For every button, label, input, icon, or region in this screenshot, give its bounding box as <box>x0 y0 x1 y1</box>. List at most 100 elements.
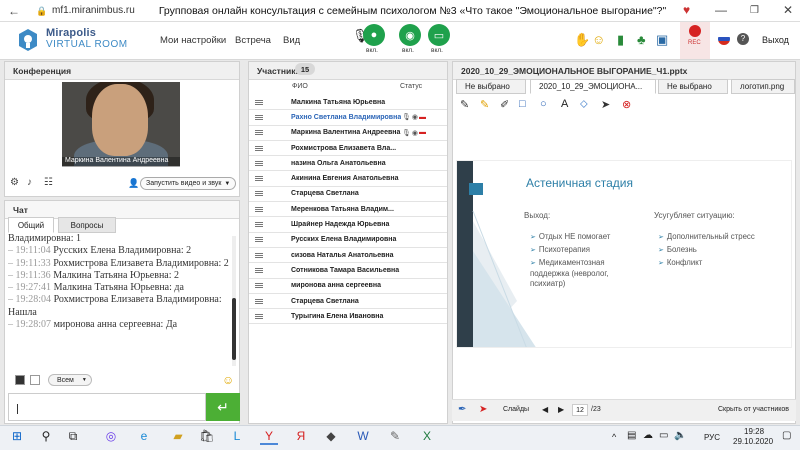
prev-slide-icon[interactable]: ◀ <box>542 405 548 414</box>
participant-row[interactable]: Старцева Светлана <box>249 187 447 203</box>
tab-chat-questions[interactable]: Вопросы <box>58 217 116 233</box>
draw-mode-icon[interactable]: ✒ <box>458 404 466 415</box>
participant-row[interactable]: Шрайнер Надежда Юрьевна <box>249 217 447 233</box>
explorer-icon[interactable]: ▰ <box>169 429 187 443</box>
drag-handle-icon[interactable] <box>255 160 263 166</box>
screen-status-icon[interactable]: ▬ <box>419 129 426 136</box>
emoji-picker-icon[interactable]: ☺ <box>222 373 234 387</box>
record-button[interactable]: REC <box>680 22 710 59</box>
tab-board-3[interactable]: Не выбрано <box>658 79 728 94</box>
yandex-icon[interactable]: Я <box>292 429 310 443</box>
menu-view[interactable]: Вид <box>283 35 300 46</box>
drag-handle-icon[interactable] <box>255 222 263 228</box>
text-icon[interactable]: A <box>561 98 568 110</box>
emoji-icon[interactable]: ☺ <box>592 32 605 47</box>
ellipse-icon[interactable]: ○ <box>540 98 547 110</box>
alice-icon[interactable]: ◎ <box>102 429 120 443</box>
highlighter-icon[interactable]: ✎ <box>480 98 489 111</box>
favorites-icon[interactable]: ♥ <box>683 3 690 17</box>
notifications-icon[interactable]: ▢ <box>782 430 791 441</box>
search-icon[interactable]: ⚲ <box>37 429 55 443</box>
participant-row[interactable]: назина Ольга Анатольевна <box>249 156 447 172</box>
participant-row[interactable]: Старцева Светлана <box>249 294 447 310</box>
drag-handle-icon[interactable] <box>255 252 263 258</box>
video-feed[interactable] <box>62 82 180 166</box>
drag-handle-icon[interactable] <box>255 145 263 151</box>
next-slide-icon[interactable]: ▶ <box>558 405 564 414</box>
fill-icon[interactable]: ⬦ <box>580 98 588 111</box>
files-icon[interactable]: ▣ <box>656 32 668 48</box>
users-video-icon[interactable]: ☷ <box>44 177 53 188</box>
drag-handle-icon[interactable] <box>255 283 263 289</box>
restore-icon[interactable]: ❐ <box>750 5 759 16</box>
microphone-toggle[interactable]: ● <box>363 24 385 46</box>
chat-scrollbar[interactable] <box>232 236 236 366</box>
camera-status-icon[interactable]: ◉ <box>412 113 418 121</box>
drag-handle-icon[interactable] <box>255 313 263 319</box>
raise-hand-icon[interactable]: ✋ <box>574 32 590 48</box>
network-icon[interactable]: ▤ <box>627 430 636 441</box>
speaker-settings-icon[interactable]: ♪ <box>27 177 32 188</box>
participant-row[interactable]: Маркина Валентина Андреевна 🎙 ◉ ▬ <box>249 126 447 141</box>
camera-settings-icon[interactable]: ⚙ <box>10 177 19 188</box>
excel-icon[interactable]: X <box>418 429 436 443</box>
drag-handle-icon[interactable] <box>255 114 263 120</box>
participant-row[interactable]: Рохмистрова Елизавета Вла... <box>249 141 447 157</box>
slide-number-input[interactable]: 12 <box>572 404 588 416</box>
clock-date[interactable]: 29.10.2020 <box>733 437 773 446</box>
browser-url[interactable]: mf1.miranimbus.ru <box>52 5 135 16</box>
back-icon[interactable]: ← <box>8 4 20 18</box>
tab-board-1[interactable]: Не выбрано <box>456 79 526 94</box>
volume-icon[interactable]: 🔈 <box>674 430 686 441</box>
poll-icon[interactable]: ▮ <box>617 32 624 48</box>
store-icon[interactable]: 🛍 <box>198 429 216 443</box>
cloud-icon[interactable]: ☁ <box>643 430 653 441</box>
tab-presentation[interactable]: 2020_10_29_ЭМОЦИОНА... <box>530 79 656 94</box>
drag-handle-icon[interactable] <box>255 191 263 197</box>
participant-row[interactable]: Малкина Татьяна Юрьевна <box>249 95 447 111</box>
task-view-icon[interactable]: ⧉ <box>64 429 82 444</box>
participant-row[interactable]: Рахно Светлана Владимировна 🎙 ◉ ▬ <box>249 110 447 126</box>
participant-row[interactable]: миронова анна сергеевна <box>249 279 447 294</box>
drag-handle-icon[interactable] <box>255 176 263 182</box>
screen-share-toggle[interactable]: ▭ <box>428 24 450 46</box>
drag-handle-icon[interactable] <box>255 267 263 273</box>
yandex-browser-icon[interactable]: Y <box>260 429 278 445</box>
rectangle-icon[interactable]: □ <box>519 98 526 110</box>
close-icon[interactable]: ✕ <box>783 3 793 17</box>
participant-row[interactable]: Русских Елена Владимировна <box>249 233 447 248</box>
menu-my-settings[interactable]: Мои настройки <box>160 35 226 46</box>
webcam-toggle[interactable]: ◉ <box>399 24 421 46</box>
app-dark-icon[interactable]: ◆ <box>322 429 340 443</box>
menu-meeting[interactable]: Встреча <box>235 35 271 46</box>
drag-handle-icon[interactable] <box>255 130 263 136</box>
participant-row[interactable]: Меренкова Татьяна Владим... <box>249 202 447 218</box>
camera-status-icon[interactable]: ◉ <box>412 129 418 137</box>
battery-icon[interactable]: ▭ <box>659 430 668 441</box>
background-color-icon[interactable] <box>30 375 40 385</box>
participant-row[interactable]: сизова Наталья Анатольевна <box>249 248 447 264</box>
word-icon[interactable]: W <box>354 429 372 443</box>
hide-from-participants[interactable]: Скрыть от участников <box>718 406 789 413</box>
laser-pointer-icon[interactable]: ➤ <box>479 404 487 415</box>
slides-label[interactable]: Слайды <box>503 406 529 413</box>
groups-icon[interactable]: ♣ <box>637 32 646 47</box>
start-video-dropdown[interactable]: Запустить видео и звук ▼ <box>140 177 236 190</box>
recipient-select[interactable]: Всем ▼ <box>48 374 92 386</box>
tab-chat-general[interactable]: Общий <box>8 217 54 233</box>
mic-status-icon[interactable]: 🎙 <box>402 113 411 121</box>
mic-status-icon[interactable]: 🎙 <box>402 129 411 137</box>
screen-status-icon[interactable]: ▬ <box>419 114 426 121</box>
drag-handle-icon[interactable] <box>255 99 263 105</box>
pen-icon[interactable]: ✎ <box>460 98 469 111</box>
send-button[interactable]: ↵ <box>206 393 240 421</box>
minimize-icon[interactable]: — <box>715 3 727 17</box>
help-icon[interactable]: ? <box>737 33 749 45</box>
tray-chevron-icon[interactable]: ^ <box>612 432 616 442</box>
participant-row[interactable]: Турыгина Елена Ивановна <box>249 309 447 325</box>
participant-row[interactable]: Акинина Евгения Анатольевна <box>249 172 447 187</box>
drag-handle-icon[interactable] <box>255 206 263 212</box>
language-flag-icon[interactable] <box>718 33 730 45</box>
exit-button[interactable]: Выход <box>762 35 789 45</box>
tab-logo-image[interactable]: логотип.png <box>731 79 795 94</box>
